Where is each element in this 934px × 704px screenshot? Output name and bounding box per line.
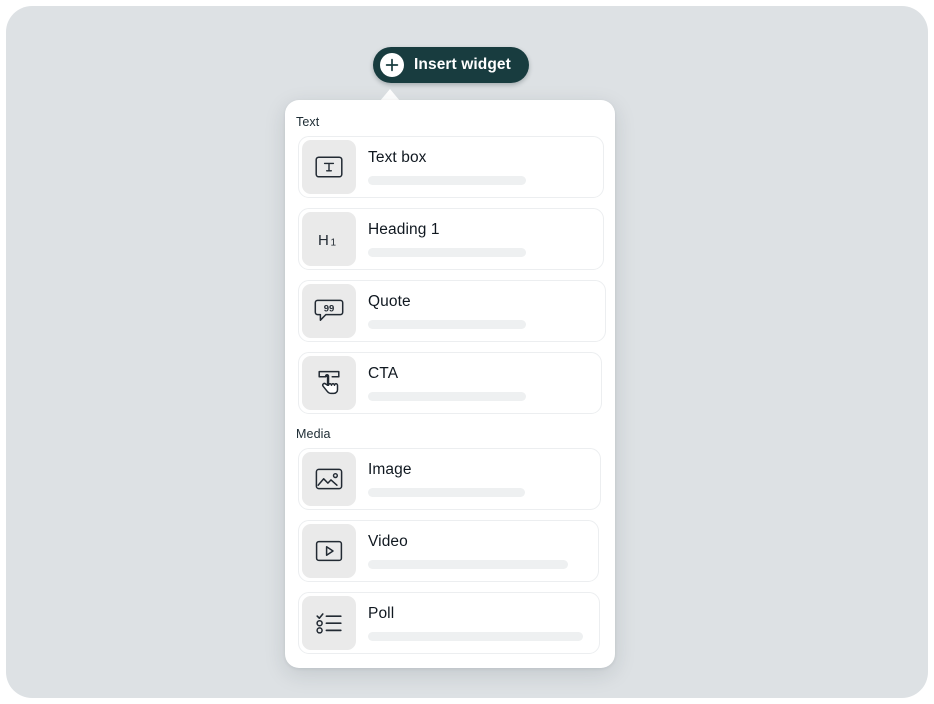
widget-item-placeholder-bar: [368, 559, 568, 569]
widget-item-body: Quote: [368, 293, 605, 329]
heading-1-icon: H 1: [302, 212, 356, 266]
widget-item-title: CTA: [368, 365, 399, 383]
widget-item-quote[interactable]: 99 Quote: [298, 280, 606, 342]
section-label-media: Media: [296, 427, 331, 441]
widget-item-body: Heading 1: [368, 221, 603, 257]
widget-item-cta[interactable]: CTA: [298, 352, 602, 414]
screenshot-canvas: Insert widget Text Text box H 1 Heading …: [0, 0, 934, 704]
video-icon: [302, 524, 356, 578]
widget-item-body: CTA: [368, 365, 601, 401]
svg-text:1: 1: [331, 238, 337, 249]
widget-item-placeholder-bar: [368, 319, 526, 329]
insert-widget-button[interactable]: Insert widget: [373, 47, 529, 83]
section-label-text: Text: [296, 115, 320, 129]
widget-item-placeholder-bar: [368, 391, 526, 401]
widget-item-poll[interactable]: Poll: [298, 592, 600, 654]
text-box-icon: [302, 140, 356, 194]
plus-circle-icon: [380, 53, 404, 77]
widget-item-video[interactable]: Video: [298, 520, 599, 582]
quote-icon: 99: [302, 284, 356, 338]
widget-item-body: Image: [368, 461, 600, 497]
widget-item-heading-1[interactable]: H 1 Heading 1: [298, 208, 604, 270]
widget-item-body: Video: [368, 533, 598, 569]
widget-item-body: Poll: [368, 605, 599, 641]
widget-item-image[interactable]: Image: [298, 448, 601, 510]
widget-item-placeholder-bar: [368, 631, 583, 641]
widget-item-placeholder-bar: [368, 247, 526, 257]
widget-item-title: Quote: [368, 293, 411, 311]
widget-item-title: Poll: [368, 605, 395, 623]
svg-text:H: H: [318, 232, 329, 249]
svg-text:99: 99: [324, 303, 335, 314]
widget-picker-popover: Text Text box H 1 Heading 1 99 Quote CTA…: [285, 100, 615, 668]
widget-item-title: Text box: [368, 149, 427, 167]
widget-item-placeholder-bar: [368, 487, 525, 497]
widget-item-text-box[interactable]: Text box: [298, 136, 604, 198]
widget-item-title: Image: [368, 461, 412, 479]
image-icon: [302, 452, 356, 506]
cta-hand-icon: [302, 356, 356, 410]
widget-item-title: Video: [368, 533, 408, 551]
widget-item-title: Heading 1: [368, 221, 440, 239]
widget-item-body: Text box: [368, 149, 603, 185]
insert-widget-label: Insert widget: [414, 56, 511, 74]
widget-item-placeholder-bar: [368, 175, 526, 185]
poll-icon: [302, 596, 356, 650]
